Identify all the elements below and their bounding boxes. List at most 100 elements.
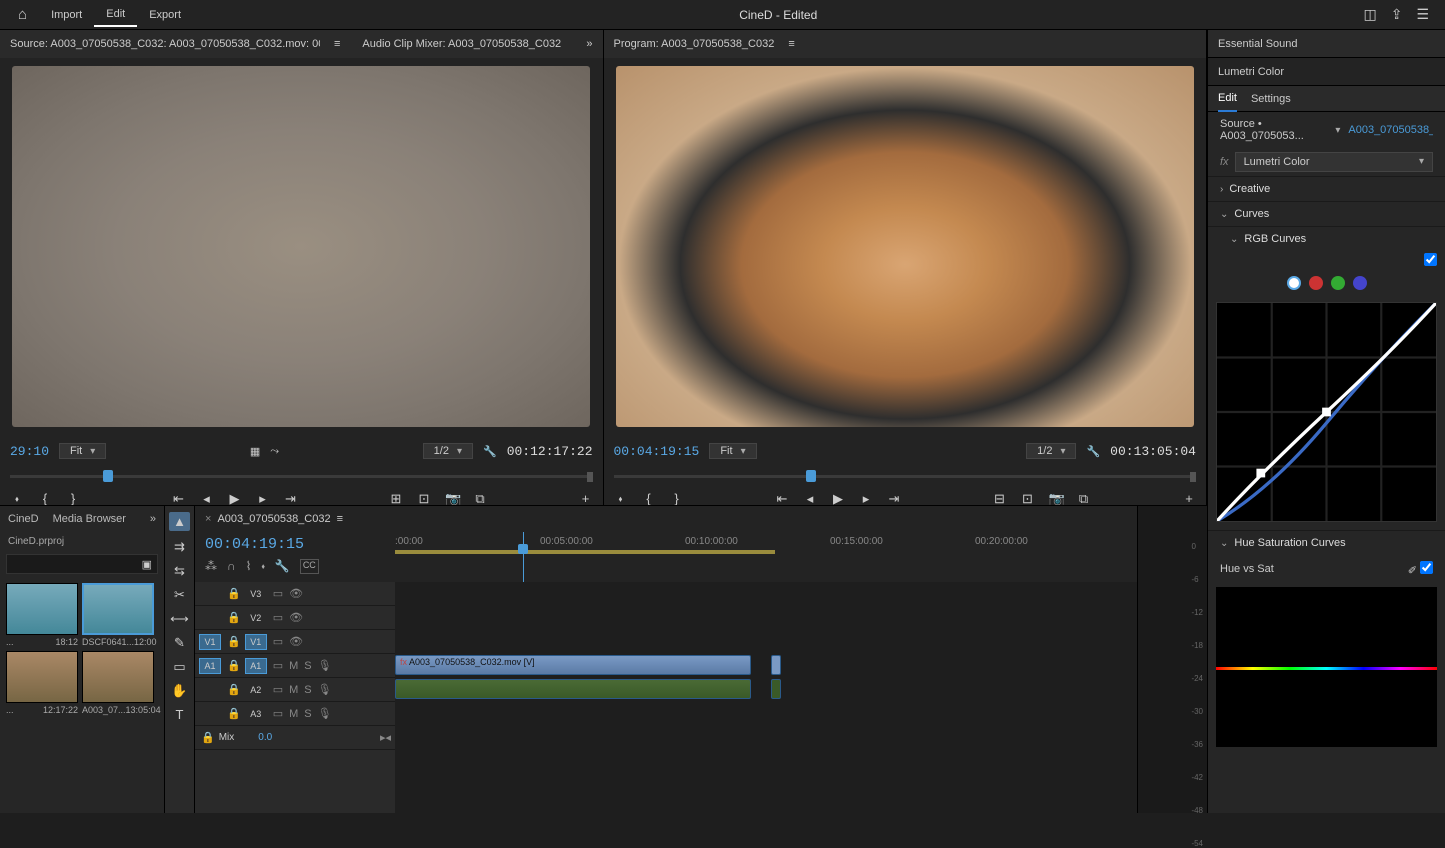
track-header-V2[interactable]: 🔒V2▭👁 — [195, 606, 395, 630]
effect-dropdown[interactable]: Lumetri Color▾ — [1235, 152, 1433, 172]
timeline-ruler[interactable]: :00:00 00:05:00:00 00:10:00:00 00:15:00:00 0… — [395, 532, 1137, 582]
workspace-icon[interactable]: ◫ — [1363, 6, 1376, 23]
source-res[interactable]: 1/2▾ — [423, 443, 473, 459]
curve-green[interactable] — [1331, 276, 1345, 290]
media-browser-tab[interactable]: Media Browser — [53, 513, 126, 525]
wrench-icon[interactable]: 🔧 — [1086, 445, 1100, 458]
timeline-content[interactable]: fx A003_07050538_C032.mov [V] — [395, 582, 1137, 813]
project-panel: CineD Media Browser » CineD.prproj ▣ ...… — [0, 506, 165, 813]
source-label: Source • A003_0705053... — [1220, 118, 1327, 142]
menu-edit[interactable]: Edit — [94, 3, 137, 27]
source-monitor: Source: A003_07050538_C032: A003_0705053… — [0, 30, 604, 505]
hamburger-icon[interactable]: ☰ — [1416, 6, 1429, 23]
hue-enable-checkbox[interactable] — [1420, 561, 1433, 574]
source-video-view[interactable] — [12, 66, 590, 428]
track-header-V3[interactable]: 🔒V3▭👁 — [195, 582, 395, 606]
program-monitor: Program: A003_07050538_C032 ≡ 00:04:19:1… — [604, 30, 1208, 505]
essential-sound-panel[interactable]: Essential Sound — [1208, 30, 1445, 58]
project-thumbnail[interactable]: DSCF0641...12:00 — [82, 583, 154, 647]
ruler-tick: 00:10:00:00 — [685, 536, 738, 547]
creative-section[interactable]: ›Creative — [1208, 176, 1445, 201]
home-icon[interactable]: ⌂ — [6, 1, 39, 28]
lumetri-edit-tab[interactable]: Edit — [1218, 86, 1237, 112]
expand-icon[interactable]: » — [150, 513, 156, 525]
sequence-tab[interactable]: A003_07050538_C032 — [217, 513, 330, 525]
slip-tool-icon[interactable]: ⟷ — [170, 611, 189, 627]
snap-icon[interactable]: ⁂ — [205, 559, 217, 574]
audio-clip-2[interactable] — [771, 679, 781, 699]
panel-menu-icon[interactable]: ≡ — [334, 38, 340, 50]
safe-margins-icon[interactable]: ▦ — [250, 445, 260, 458]
camera-icon[interactable]: ▣ — [142, 558, 152, 571]
output-icon[interactable]: ⤳ — [270, 445, 279, 458]
share-icon[interactable]: ⇪ — [1391, 6, 1403, 23]
curves-section[interactable]: ⌄Curves — [1208, 201, 1445, 226]
eyedropper-icon[interactable]: ✐ — [1408, 565, 1417, 577]
panel-menu-icon[interactable]: ≡ — [788, 38, 794, 50]
hue-sat-editor[interactable] — [1216, 587, 1437, 747]
marker-icon[interactable]: ⬪ — [261, 559, 264, 574]
ruler-tick: 00:05:00:00 — [540, 536, 593, 547]
ruler-tick: :00:00 — [395, 536, 423, 547]
expand-icon[interactable]: » — [586, 38, 592, 50]
razor-tool-icon[interactable]: ✂ — [174, 587, 185, 603]
program-in-timecode[interactable]: 00:04:19:15 — [614, 444, 700, 459]
hand-tool-icon[interactable]: ✋ — [171, 683, 187, 699]
rectangle-tool-icon[interactable]: ▭ — [173, 659, 185, 675]
curve-red[interactable] — [1309, 276, 1323, 290]
program-zoom-fit[interactable]: Fit▾ — [709, 443, 756, 459]
source-scrubber[interactable] — [10, 467, 593, 487]
source-out-timecode: 00:12:17:22 — [507, 444, 593, 459]
video-clip[interactable]: fx A003_07050538_C032.mov [V] — [395, 655, 751, 675]
track-select-icon[interactable]: ⇉ — [174, 539, 185, 555]
track-header-A3[interactable]: 🔒A3▭MS🎙 — [195, 702, 395, 726]
audio-mixer-tab[interactable]: Audio Clip Mixer: A003_07050538_C032 — [362, 34, 561, 54]
project-tab[interactable]: CineD — [8, 513, 39, 525]
project-thumbnail[interactable]: ...12:17:22 — [6, 651, 78, 715]
pen-tool-icon[interactable]: ✎ — [174, 635, 185, 651]
program-scrubber[interactable] — [614, 467, 1197, 487]
source-zoom-fit[interactable]: Fit▾ — [59, 443, 106, 459]
project-thumbnail[interactable]: A003_07...13:05:04 — [82, 651, 154, 715]
audio-clip[interactable] — [395, 679, 751, 699]
ruler-tick: 00:15:00:00 — [830, 536, 883, 547]
linked-sel-icon[interactable]: ⌇ — [246, 559, 252, 574]
sequence-link[interactable]: A003_07050538_C0 — [1348, 124, 1433, 136]
rgb-curves-section[interactable]: ⌄RGB Curves — [1208, 226, 1445, 251]
program-out-timecode: 00:13:05:04 — [1110, 444, 1196, 459]
magnet-icon[interactable]: ∩ — [227, 559, 236, 574]
menu-import[interactable]: Import — [39, 4, 94, 26]
project-filename: CineD.prproj — [0, 532, 164, 551]
project-search[interactable]: ▣ — [6, 554, 158, 574]
ripple-edit-icon[interactable]: ⇆ — [174, 563, 185, 579]
track-header-A2[interactable]: 🔒A2▭MS🎙 — [195, 678, 395, 702]
type-tool-icon[interactable]: T — [176, 707, 184, 722]
project-thumbnail[interactable]: ...18:12 — [6, 583, 78, 647]
video-clip-2[interactable] — [771, 655, 781, 675]
panel-menu-icon[interactable]: ≡ — [337, 513, 343, 525]
curve-white[interactable] — [1287, 276, 1301, 290]
rgb-curve-editor[interactable] — [1216, 302, 1437, 522]
ruler-tick: 00:20:00:00 — [975, 536, 1028, 547]
selection-tool-icon[interactable]: ▲ — [169, 512, 190, 531]
timeline-timecode[interactable]: 00:04:19:15 — [205, 536, 385, 553]
program-res[interactable]: 1/2▾ — [1026, 443, 1076, 459]
program-video-view[interactable] — [616, 66, 1194, 428]
track-header-A1[interactable]: A1🔒A1▭MS🎙 — [195, 654, 395, 678]
lumetri-title[interactable]: Lumetri Color — [1218, 66, 1284, 78]
lumetri-settings-tab[interactable]: Settings — [1251, 87, 1291, 111]
menu-export[interactable]: Export — [137, 4, 193, 26]
window-title: CineD - Edited — [193, 8, 1363, 22]
timeline-panel: × A003_07050538_C032 ≡ 00:04:19:15 ⁂ ∩ ⌇… — [195, 506, 1137, 813]
source-in-timecode[interactable]: 29:10 — [10, 444, 49, 459]
tool-column: ▲ ⇉ ⇆ ✂ ⟷ ✎ ▭ ✋ T — [165, 506, 195, 813]
wrench-icon[interactable]: 🔧 — [275, 559, 290, 574]
track-header-V1[interactable]: V1🔒V1▭👁 — [195, 630, 395, 654]
hue-sat-section[interactable]: ⌄Hue Saturation Curves — [1208, 530, 1445, 555]
program-tab[interactable]: Program: A003_07050538_C032 — [614, 34, 775, 54]
wrench-icon[interactable]: 🔧 — [483, 445, 497, 458]
cc-icon[interactable]: CC — [300, 559, 319, 574]
source-tab[interactable]: Source: A003_07050538_C032: A003_0705053… — [10, 34, 320, 54]
curve-blue[interactable] — [1353, 276, 1367, 290]
rgb-enable-checkbox[interactable] — [1424, 253, 1437, 266]
